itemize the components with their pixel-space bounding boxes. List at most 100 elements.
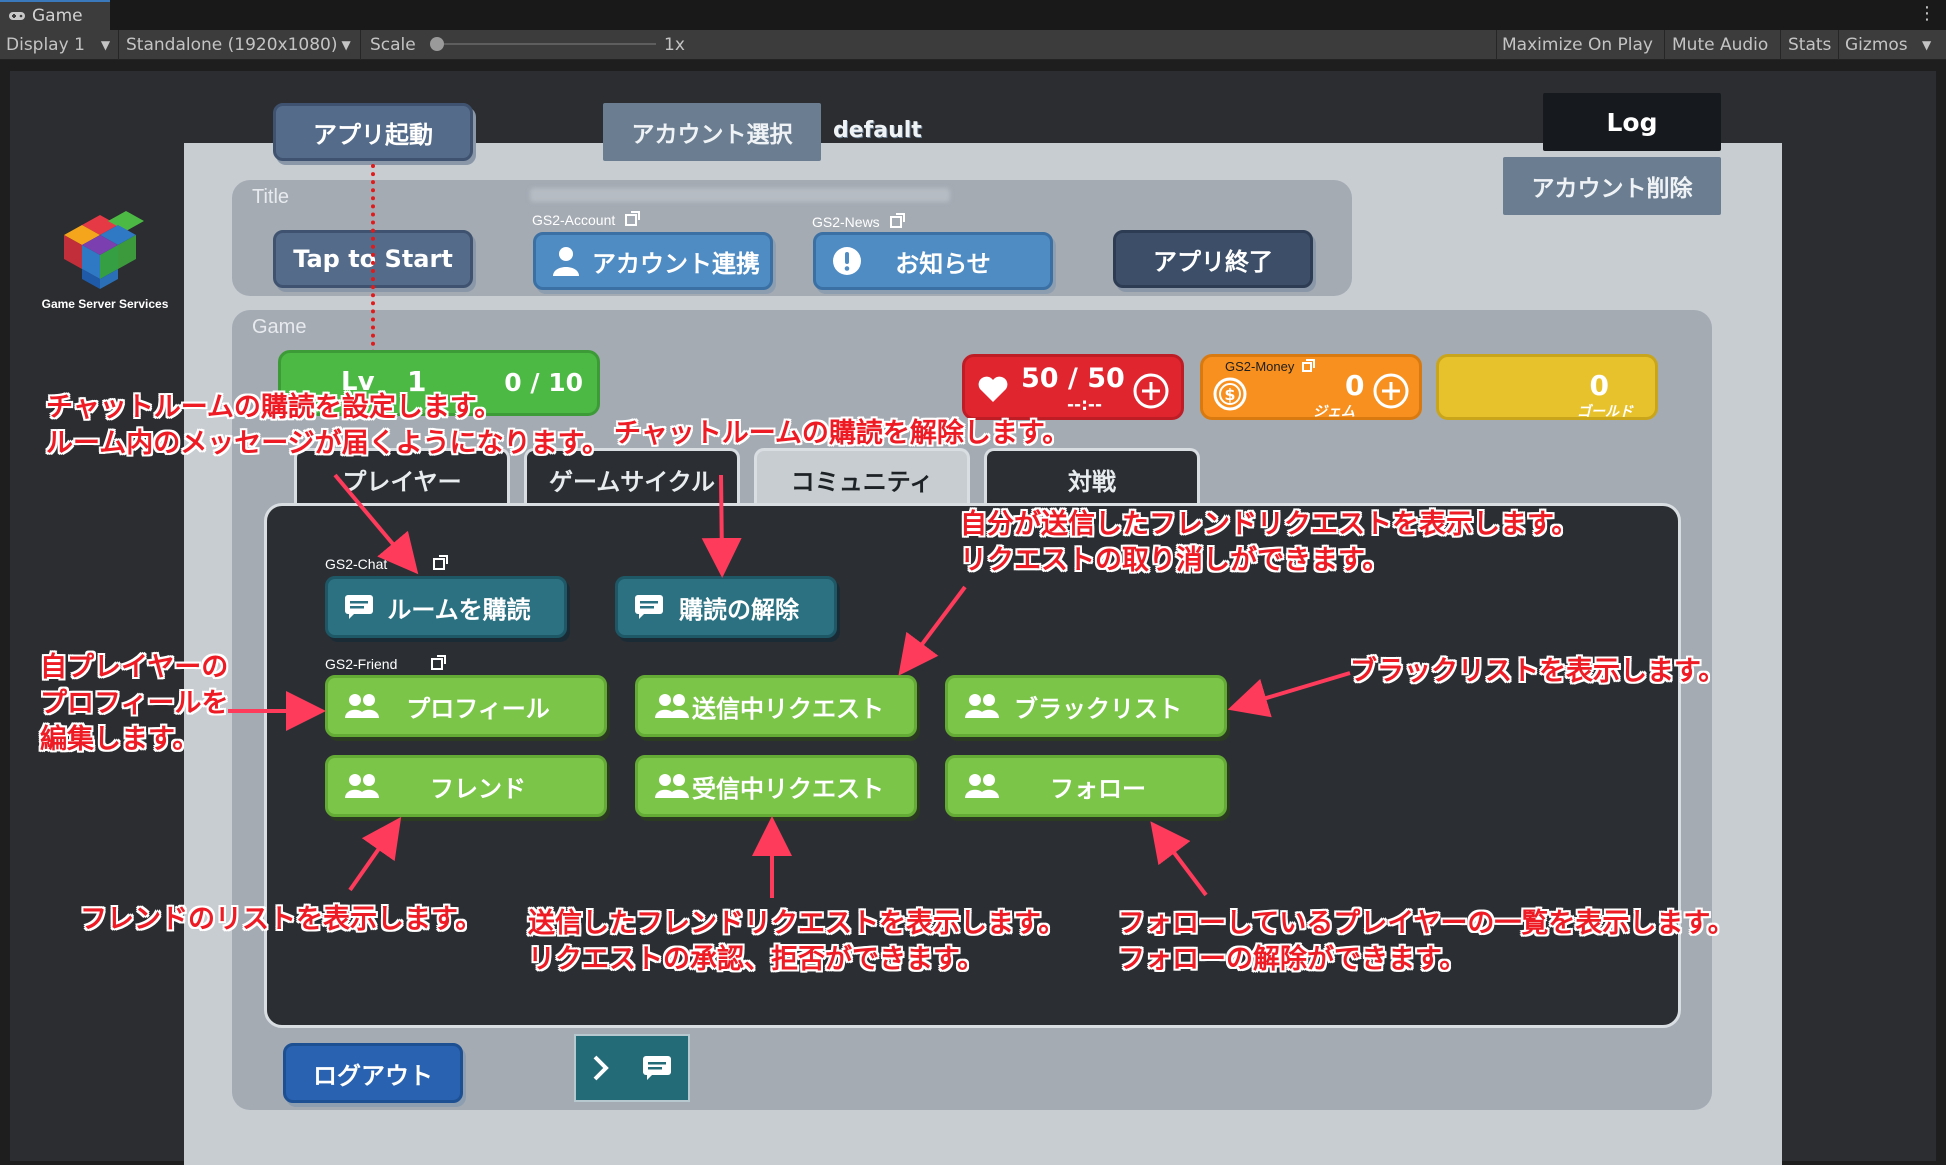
delete-account-button[interactable]: アカウント削除 (1503, 157, 1721, 215)
gs2-money-link[interactable]: GS2-Money (1225, 358, 1316, 374)
note-unsubscribe: チャットルームの購読を解除します。 (614, 418, 1070, 449)
follow-button[interactable]: フォロー (945, 755, 1227, 817)
game-panel-label: Game (252, 316, 307, 338)
divider (1664, 30, 1665, 60)
display-label: Display 1 (6, 35, 85, 55)
subscribe-room-label: ルームを購読 (387, 595, 531, 624)
service-label: GS2-Money (1225, 359, 1295, 374)
external-link-icon (1302, 358, 1316, 372)
users-icon (964, 693, 1000, 719)
scale-value: 1x (664, 35, 685, 55)
service-label: GS2-News (812, 214, 880, 230)
account-link-button[interactable]: アカウント連携 (533, 232, 773, 290)
gizmos-toggle[interactable]: Gizmos (1845, 30, 1908, 60)
account-link-label: アカウント連携 (592, 249, 760, 278)
unsubscribe-button[interactable]: 購読の解除 (615, 576, 837, 638)
scale-slider-handle[interactable] (430, 37, 444, 51)
chevron-down-icon[interactable]: ▼ (1922, 30, 1931, 60)
stats-toggle[interactable]: Stats (1788, 30, 1831, 60)
tab-battle[interactable]: 対戦 (984, 448, 1200, 508)
resolution-label: Standalone (1920x1080) (126, 35, 338, 55)
note-friends: フレンドのリストを表示します。 (80, 904, 483, 935)
tab-community[interactable]: コミュニティ (754, 448, 970, 508)
mute-audio-toggle[interactable]: Mute Audio (1672, 30, 1768, 60)
chat-icon (643, 1056, 671, 1080)
gold-label: ゴールド (1577, 404, 1633, 420)
external-link-icon (889, 213, 905, 228)
title-panel-label: Title (252, 186, 290, 208)
note-line: リクエストの承認、拒否ができます。 (528, 944, 985, 975)
friends-button[interactable]: フレンド (325, 755, 607, 817)
gem-bar: GS2-Money $ 0 ジェム (1200, 354, 1422, 420)
chat-toggle-button[interactable] (574, 1034, 690, 1102)
note-follow: フォローしているプレイヤーの一覧を表示します。 フォローの解除ができます。 (1118, 906, 1735, 978)
service-label: GS2-Friend (325, 656, 398, 672)
users-icon (964, 773, 1000, 799)
log-button[interactable]: Log (1543, 93, 1721, 151)
note-line: 自分が送信したフレンドリクエストを表示します。 (960, 509, 1579, 540)
gold-value: 0 (1589, 369, 1609, 402)
gs2-friend-link[interactable]: GS2-Friend (325, 655, 447, 672)
game-view-toolbar: Display 1 ▼ Standalone (1920x1080) ▼ Sca… (0, 30, 1946, 60)
chevron-right-icon (593, 1055, 609, 1081)
account-name: default (833, 118, 922, 143)
more-options-icon[interactable]: ⋮ (1918, 3, 1936, 24)
svg-text:$: $ (1224, 385, 1235, 404)
plus-icon[interactable] (1133, 373, 1169, 409)
chat-icon (634, 594, 664, 620)
note-blacklist: ブラックリストを表示します。 (1350, 656, 1726, 687)
flow-connector (371, 164, 375, 354)
logo-text: Game Server Services (41, 297, 169, 311)
gold-bar: 0 ゴールド (1436, 354, 1658, 420)
service-label: GS2-Chat (325, 556, 388, 572)
divider (1496, 30, 1497, 60)
stamina-value: 50 / 50 (1021, 363, 1125, 394)
chat-icon (344, 594, 374, 620)
app-start-button[interactable]: アプリ起動 (273, 103, 473, 161)
blacklist-label: ブラックリスト (1014, 694, 1182, 723)
blacklist-button[interactable]: ブラックリスト (945, 675, 1227, 737)
account-select-button[interactable]: アカウント選択 (603, 103, 821, 161)
maximize-on-play-toggle[interactable]: Maximize On Play (1502, 30, 1653, 60)
note-receive-requests: 送信したフレンドリクエストを表示します。 リクエストの承認、拒否ができます。 (528, 906, 1065, 978)
follow-label: フォロー (1050, 774, 1146, 803)
gs2-news-link[interactable]: GS2-News (812, 213, 905, 230)
editor-tab-bar: Game ⋮ (0, 0, 1946, 30)
gs2-logo-icon (64, 211, 144, 289)
note-line: 送信したフレンドリクエストを表示します。 (528, 908, 1066, 939)
plus-icon[interactable] (1373, 373, 1409, 409)
news-button[interactable]: お知らせ (813, 232, 1053, 290)
gs2-chat-link[interactable]: GS2-Chat (325, 555, 449, 572)
gs2-account-link[interactable]: GS2-Account (532, 211, 641, 228)
note-profile: 自プレイヤーの プロフィールを 編集します。 (40, 650, 228, 758)
note-line: 自プレイヤーの (40, 652, 229, 683)
users-icon (344, 773, 380, 799)
service-label: GS2-Account (532, 212, 616, 228)
note-line: フォローの解除ができます。 (1118, 944, 1467, 975)
external-link-icon (433, 555, 449, 570)
profile-button[interactable]: プロフィール (325, 675, 607, 737)
gamepad-icon (8, 10, 26, 22)
display-dropdown[interactable]: Display 1 ▼ (6, 30, 110, 60)
send-requests-label: 送信中リクエスト (692, 694, 884, 723)
unsubscribe-label: 購読の解除 (679, 595, 799, 624)
game-view-tab[interactable]: Game (0, 0, 110, 30)
resolution-dropdown[interactable]: Standalone (1920x1080) ▼ (126, 30, 351, 60)
scale-label: Scale (370, 35, 416, 55)
note-line: リクエストの取り消しができます。 (960, 545, 1390, 576)
note-send-requests: 自分が送信したフレンドリクエストを表示します。 リクエストの取り消しができます。 (960, 507, 1578, 579)
chevron-down-icon: ▼ (341, 38, 351, 52)
alert-icon (832, 246, 862, 276)
logout-button[interactable]: ログアウト (283, 1043, 463, 1103)
scale-slider-track[interactable] (436, 43, 656, 45)
receive-requests-button[interactable]: 受信中リクエスト (635, 755, 917, 817)
app-exit-button[interactable]: アプリ終了 (1113, 230, 1313, 288)
send-requests-button[interactable]: 送信中リクエスト (635, 675, 917, 737)
gem-label: ジェム (1313, 404, 1355, 420)
game-tab-label: Game (32, 6, 83, 26)
note-line: 編集します。 (40, 724, 200, 755)
profile-label: プロフィール (406, 694, 550, 723)
note-line: ルーム内のメッセージが届くようになります。 (46, 428, 609, 459)
note-line: フォローしているプレイヤーの一覧を表示します。 (1118, 908, 1735, 939)
subscribe-room-button[interactable]: ルームを購読 (325, 576, 567, 638)
